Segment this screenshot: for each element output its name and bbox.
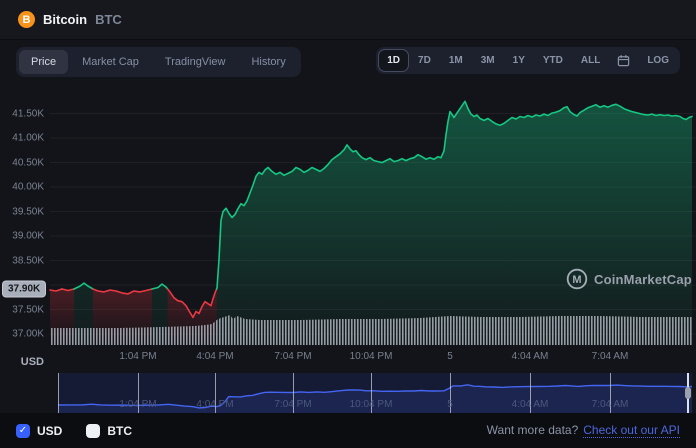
footer-bar: ✓ USD BTC Want more data? Check out our …: [0, 413, 696, 448]
svg-text:M: M: [572, 274, 581, 286]
x-axis-label: 10:04 PM: [350, 351, 393, 362]
y-axis-label: 37.00K: [0, 329, 44, 340]
y-axis-label: 37.50K: [0, 304, 44, 315]
tab-history[interactable]: History: [239, 50, 297, 74]
api-promo: Want more data? Check out our API: [487, 423, 680, 438]
x-axis-label: 1:04 PM: [119, 351, 156, 362]
range-1y[interactable]: 1Y: [505, 50, 533, 71]
open-price-badge: 37.90K: [3, 282, 45, 297]
tab-market-cap[interactable]: Market Cap: [70, 50, 151, 74]
bitcoin-price-page: B Bitcoin BTC PriceMarket CapTradingView…: [0, 0, 696, 448]
range-ytd[interactable]: YTD: [535, 50, 571, 71]
y-axis-label: 39.50K: [0, 206, 44, 217]
btc-toggle[interactable]: BTC: [86, 424, 132, 438]
tab-tradingview[interactable]: TradingView: [153, 50, 238, 74]
chart-toolbar: PriceMarket CapTradingViewHistory 1D7D1M…: [16, 47, 680, 77]
y-axis-label: 40.00K: [0, 182, 44, 193]
coin-header: B Bitcoin BTC: [0, 0, 696, 40]
calendar-icon[interactable]: [610, 50, 637, 71]
brush-time-label: 10:04 PM: [350, 399, 393, 410]
y-axis-unit: USD: [0, 356, 44, 368]
range-all[interactable]: ALL: [573, 50, 608, 71]
watermark-label: CoinMarketCap: [594, 272, 692, 287]
y-axis-label: 38.50K: [0, 255, 44, 266]
watermark: M CoinMarketCap: [566, 268, 692, 290]
coinmarketcap-icon: M: [566, 268, 588, 290]
brush-time-label: 4:04 PM: [196, 399, 233, 410]
range-log[interactable]: LOG: [639, 50, 677, 71]
coin-symbol: BTC: [95, 12, 122, 27]
btc-checkbox-label: BTC: [107, 424, 132, 438]
api-promo-text: Want more data?: [487, 423, 579, 437]
chart-tabs: PriceMarket CapTradingViewHistory: [16, 47, 301, 77]
brush-time-label: 7:04 AM: [592, 399, 629, 410]
brush-handle-grip[interactable]: [685, 387, 691, 399]
brush-time-label: 7:04 PM: [274, 399, 311, 410]
usd-checkbox-label: USD: [37, 424, 62, 438]
y-axis-label: 41.00K: [0, 133, 44, 144]
coin-name: Bitcoin: [43, 12, 87, 27]
brush-time-label: 4:04 AM: [512, 399, 549, 410]
brush-time-label: 5: [447, 399, 453, 410]
x-axis-label: 7:04 AM: [592, 351, 629, 362]
y-axis-label: 41.50K: [0, 108, 44, 119]
x-axis-label: 4:04 PM: [196, 351, 233, 362]
range-7d[interactable]: 7D: [410, 50, 439, 71]
usd-checkbox[interactable]: ✓: [16, 424, 30, 438]
range-1m[interactable]: 1M: [441, 50, 471, 71]
btc-checkbox[interactable]: [86, 424, 100, 438]
range-1d[interactable]: 1D: [379, 50, 408, 71]
price-chart[interactable]: [0, 88, 696, 370]
x-axis-label: 7:04 PM: [274, 351, 311, 362]
y-axis-label: 39.00K: [0, 231, 44, 242]
brush-time-label: 1:04 PM: [119, 399, 156, 410]
x-axis-label: 4:04 AM: [512, 351, 549, 362]
range-controls: 1D7D1M3M1YYTDALL LOG: [376, 47, 680, 74]
api-link[interactable]: Check out our API: [583, 423, 680, 438]
usd-toggle[interactable]: ✓ USD: [16, 424, 62, 438]
bitcoin-icon: B: [18, 11, 35, 28]
x-axis-label: 5: [447, 351, 453, 362]
tab-price[interactable]: Price: [19, 50, 68, 74]
brush-gridline: [58, 373, 59, 413]
chart-area: 37.90K USD M CoinMarketCap 41.50K 41.00K 4…: [0, 88, 696, 370]
y-axis-label: 40.50K: [0, 157, 44, 168]
time-range-brush[interactable]: 1:04 PM 4:04 PM 7:04 PM 10:04 PM 5 4:04 AM 7:0…: [58, 373, 692, 413]
range-3m[interactable]: 3M: [473, 50, 503, 71]
